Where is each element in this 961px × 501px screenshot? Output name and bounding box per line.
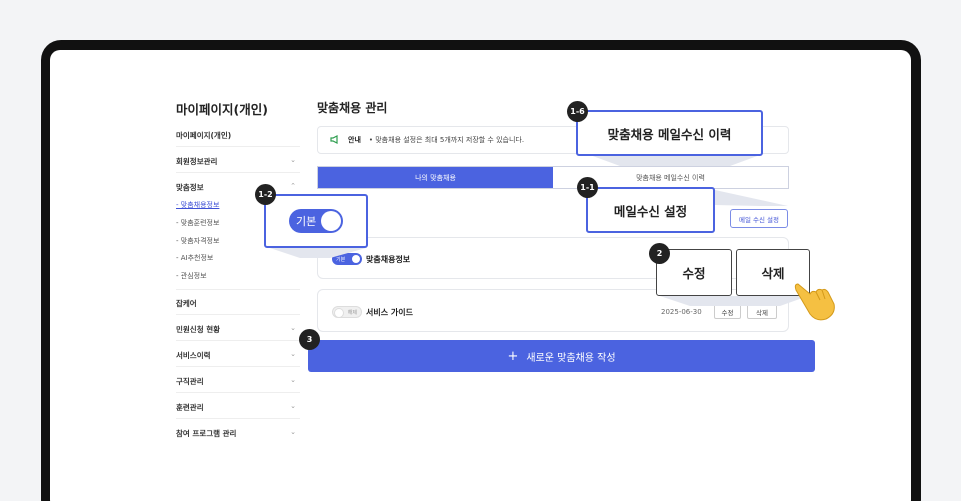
callout-connectors [270,155,808,306]
callout-mail-setting: 메일수신 설정 [586,187,715,233]
connector-1-2 [270,248,366,258]
callout-text: 맞춤채용 메일수신 이력 [607,126,732,142]
badge-1-1: 1-1 [577,177,598,198]
callout-default-toggle: 기본 [264,194,368,248]
pointing-hand-icon [794,283,835,321]
callout-text: 삭제 [761,266,785,281]
connector-1-6 [590,155,760,166]
toggle-large: 기본 [289,209,343,233]
connector-2 [660,296,808,306]
connector-1-1 [715,190,788,206]
badge-1-2: 1-2 [255,184,276,205]
badge-1-6: 1-6 [567,101,588,122]
badge-2: 2 [649,243,670,264]
toggle-knob [321,211,341,231]
stage: 마이페이지(개인) 마이페이지(개인) 회원정보관리 ⌄ 맞춤정보 ⌃ - 맞춤채용… [0,0,961,501]
callout-text: 수정 [682,266,706,281]
badge-3: 3 [299,329,320,350]
callout-mail-history: 맞춤채용 메일수신 이력 [576,110,763,156]
toggle-label: 기본 [296,215,317,228]
callout-text: 메일수신 설정 [613,203,688,219]
